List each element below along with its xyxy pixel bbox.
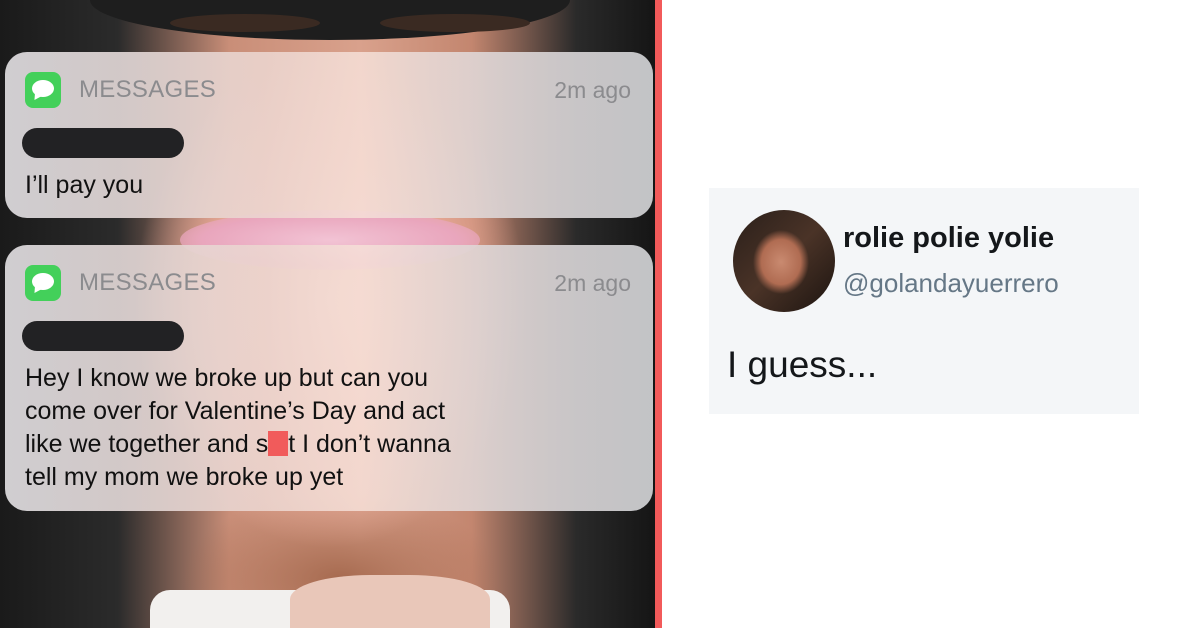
app-name: MESSAGES [79, 76, 217, 103]
redacted-sender [22, 321, 184, 351]
message-notification-1[interactable]: MESSAGES 2m ago I’ll pay you [5, 52, 653, 218]
right-eyebrow [380, 14, 530, 32]
messages-app-icon [25, 72, 61, 108]
background-photo: MESSAGES 2m ago I’ll pay you MESSAGES 2m… [0, 0, 655, 628]
body-text: t I don’t wanna [288, 430, 451, 458]
left-eyebrow [170, 14, 320, 32]
red-divider [655, 0, 662, 628]
hands [290, 575, 490, 628]
notification-header: MESSAGES 2m ago [25, 265, 631, 301]
body-line: tell my mom we broke up yet [25, 463, 344, 491]
notification-time: 2m ago [554, 76, 631, 103]
body-line: like we together and s t I don’t wanna [25, 428, 633, 461]
censor-block [268, 431, 289, 456]
avatar[interactable] [733, 210, 835, 312]
notification-header: MESSAGES 2m ago [25, 72, 631, 108]
display-name[interactable]: rolie polie yolie [843, 222, 1054, 255]
body-line: Hey I know we broke up but can you [25, 364, 429, 392]
redacted-sender [22, 128, 184, 158]
tweet-text: I guess... [727, 344, 878, 385]
tweet-card[interactable]: rolie polie yolie @golandayuerrero I gue… [709, 188, 1139, 414]
notification-body: Hey I know we broke up but can you come … [25, 362, 633, 494]
body-line: come over for Valentine’s Day and act [25, 397, 446, 425]
message-notification-2[interactable]: MESSAGES 2m ago Hey I know we broke up b… [5, 245, 653, 511]
messages-app-icon [25, 265, 61, 301]
notification-body: I’ll pay you [25, 171, 144, 199]
body-text: like we together and s [25, 430, 269, 458]
notification-time: 2m ago [554, 269, 631, 296]
app-name: MESSAGES [79, 269, 217, 296]
user-handle[interactable]: @golandayuerrero [843, 268, 1059, 299]
